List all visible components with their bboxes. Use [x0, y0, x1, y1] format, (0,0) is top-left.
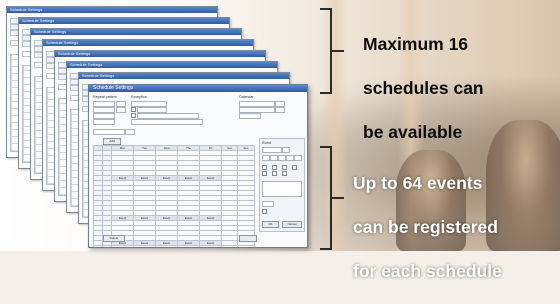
event-label: Event	[262, 141, 272, 145]
schedule-settings-window: Schedule Settings Repeat pattern Excepti…	[88, 84, 308, 248]
window-titlebar: Schedule Settings	[55, 51, 265, 57]
window-title: Schedule Settings	[70, 62, 103, 67]
window-title: Schedule Settings	[46, 40, 79, 45]
calendar-label: Calendar	[239, 95, 254, 99]
bottom-bracket	[320, 146, 344, 250]
schedule-cell[interactable]	[155, 245, 179, 247]
window-titlebar: Schedule Settings	[43, 40, 253, 46]
exception-checkbox[interactable]	[131, 113, 136, 118]
callout-line: Maximum 16	[363, 34, 469, 54]
event-option-checkbox[interactable]	[262, 209, 267, 214]
schedule-cell[interactable]	[236, 245, 256, 247]
time-field[interactable]	[262, 155, 270, 161]
schedule-select[interactable]	[125, 129, 135, 135]
window-title: Schedule Settings	[34, 29, 67, 34]
schedule-table-body: Event Event Event Event Event Event Event Event…	[93, 150, 256, 247]
window-titlebar: Schedule Settings	[31, 29, 241, 35]
day-checkbox[interactable]	[272, 171, 277, 176]
window-title: Schedule Settings	[22, 18, 55, 23]
repeat-select[interactable]	[116, 107, 126, 113]
weekly-schedule-table: Mon Tue Wed Thu Fri Sat Sun Event Event Ev…	[93, 145, 256, 247]
schedule-cell[interactable]	[199, 245, 223, 247]
delete-button[interactable]: Delete	[103, 235, 125, 242]
bottom-bracket-tick	[330, 197, 344, 199]
time-field[interactable]	[278, 155, 286, 161]
window-titlebar: Schedule Settings	[89, 85, 307, 92]
day-checkbox[interactable]	[262, 165, 267, 170]
time-field[interactable]	[270, 155, 278, 161]
repeat-pattern-label: Repeat pattern	[93, 95, 117, 99]
calendar-select[interactable]	[275, 107, 285, 113]
time-cell[interactable]	[102, 245, 112, 247]
exception-range-field[interactable]	[131, 119, 203, 125]
window-title: Schedule Settings	[82, 73, 115, 78]
callout-line: Up to 64 events	[353, 173, 483, 193]
event-type-select[interactable]	[282, 147, 290, 153]
window-titlebar: Schedule Settings	[7, 7, 217, 13]
top-bracket-tick	[330, 50, 344, 52]
ok-button[interactable]: OK	[262, 221, 279, 228]
day-checkbox[interactable]	[282, 171, 287, 176]
schedule-name-field[interactable]	[93, 129, 125, 135]
window-titlebar: Schedule Settings	[67, 62, 277, 68]
day-checkbox[interactable]	[262, 171, 267, 176]
schedule-action-button[interactable]	[239, 235, 257, 242]
window-titlebar: Schedule Settings	[79, 73, 289, 79]
day-checkbox[interactable]	[292, 165, 297, 170]
time-field[interactable]	[286, 155, 294, 161]
table-row	[93, 245, 256, 247]
day-checkbox[interactable]	[272, 165, 277, 170]
event-detail-panel: Event OK Cancel	[259, 138, 305, 232]
cancel-button[interactable]: Cancel	[282, 221, 302, 228]
callout-line: be available	[363, 122, 463, 142]
callout-line: can be registered	[353, 217, 498, 237]
schedule-cell[interactable]	[177, 245, 201, 247]
event-value-field[interactable]	[262, 201, 274, 207]
window-titlebar: Schedule Settings	[19, 18, 229, 24]
repeat-field[interactable]	[93, 119, 115, 125]
calendar-field[interactable]	[239, 113, 261, 119]
max-schedules-callout: Maximum 16 schedules can be available	[363, 11, 484, 165]
time-cell[interactable]	[93, 245, 103, 247]
callout-line: for each schedule	[353, 261, 502, 281]
schedule-cell[interactable]	[221, 245, 238, 247]
max-events-callout: Up to 64 events can be registered for ea…	[353, 150, 502, 304]
add-button[interactable]: Add	[103, 138, 121, 145]
event-type-field[interactable]	[262, 147, 282, 153]
day-checkbox[interactable]	[282, 165, 287, 170]
schedule-cell[interactable]	[133, 245, 157, 247]
event-value-grid[interactable]	[262, 181, 302, 197]
exception-label: Exception	[131, 95, 147, 99]
window-title: Schedule Settings	[10, 7, 43, 12]
time-field[interactable]	[294, 155, 302, 161]
exception-checkbox[interactable]	[131, 107, 136, 112]
window-title: Schedule Settings	[58, 51, 91, 56]
callout-line: schedules can	[363, 78, 484, 98]
schedule-cell[interactable]	[110, 245, 135, 247]
top-bracket	[320, 8, 344, 94]
